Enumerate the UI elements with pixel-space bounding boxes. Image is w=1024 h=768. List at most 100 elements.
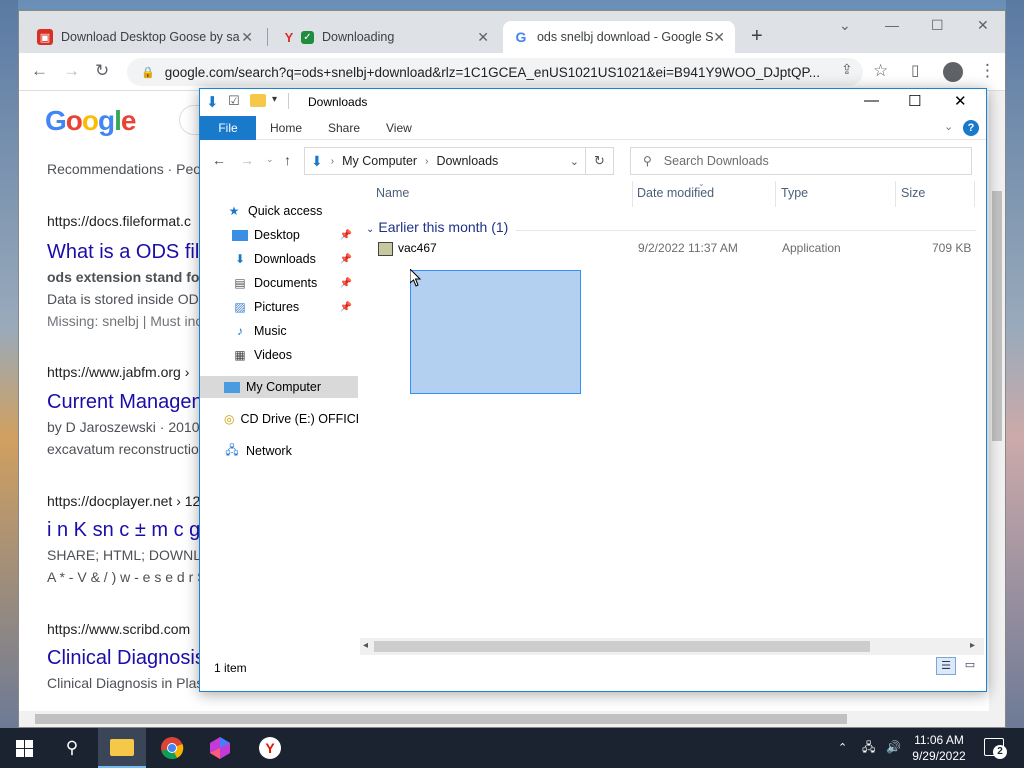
tab-home[interactable]: Home: [256, 116, 316, 140]
close-tab-icon[interactable]: ✕: [241, 29, 253, 46]
column-header-date[interactable]: Date modified: [637, 186, 714, 200]
start-windows-icon[interactable]: [12, 736, 36, 760]
content-horizontal-scrollbar[interactable]: ◂ ▸: [360, 638, 984, 655]
nav-cd-drive[interactable]: ◎ CD Drive (E:) OFFICE1: [200, 408, 358, 430]
menu-dots-icon[interactable]: ⋮: [979, 61, 996, 81]
close-tab-icon[interactable]: ✕: [713, 29, 725, 46]
chrome-icon[interactable]: [160, 736, 184, 760]
chevron-right-icon[interactable]: ›: [425, 156, 428, 167]
forward-icon[interactable]: →: [63, 61, 80, 81]
column-separator[interactable]: [632, 181, 633, 207]
pin-icon[interactable]: 📌: [340, 230, 352, 241]
maximize-icon[interactable]: ☐: [931, 17, 944, 34]
column-separator[interactable]: [974, 181, 975, 207]
clock[interactable]: 11:06 AM 9/29/2022: [904, 732, 974, 764]
reload-icon[interactable]: ↻: [95, 61, 109, 81]
close-window-icon[interactable]: ✕: [954, 92, 967, 110]
chevron-down-icon[interactable]: ⌄: [366, 224, 374, 235]
scrollbar-thumb[interactable]: [374, 641, 870, 652]
result-url[interactable]: https://docplayer.net › 12: [47, 493, 200, 509]
bookmark-star-icon[interactable]: ☆: [873, 61, 888, 81]
help-icon[interactable]: ?: [963, 120, 979, 136]
scroll-left-icon[interactable]: ◂: [363, 640, 368, 651]
result-title[interactable]: Clinical Diagnosis: [47, 647, 205, 670]
scrollbar-thumb[interactable]: [992, 191, 1002, 441]
tab-downloading[interactable]: Y ✓ Downloading ✕: [271, 21, 499, 53]
column-header-size[interactable]: Size: [901, 186, 925, 200]
chevron-down-icon[interactable]: ⌄: [570, 155, 579, 168]
network-tray-icon[interactable]: 🖧: [862, 739, 875, 755]
chevron-right-icon[interactable]: ›: [331, 156, 334, 167]
back-icon[interactable]: ←: [31, 61, 48, 81]
column-header-type[interactable]: Type: [781, 186, 808, 200]
close-window-icon[interactable]: ✕: [977, 17, 989, 34]
details-view-icon[interactable]: ☰: [936, 657, 956, 675]
column-separator[interactable]: [895, 181, 896, 207]
nav-pictures[interactable]: ▨ Pictures 📌: [200, 296, 358, 318]
notification-center-icon[interactable]: 2: [984, 738, 1007, 759]
nav-music[interactable]: ♪ Music: [200, 320, 358, 342]
yandex-browser-icon[interactable]: Y: [258, 736, 282, 760]
minimize-icon[interactable]: —: [864, 92, 879, 109]
breadcrumb-downloads[interactable]: Downloads: [436, 154, 498, 168]
recent-locations-icon[interactable]: ⌄: [266, 154, 274, 165]
tab-file[interactable]: File: [200, 116, 256, 140]
column-header-name[interactable]: Name: [376, 186, 409, 200]
folder-icon: [250, 94, 266, 107]
result-title[interactable]: i n K sn c ± m c g: [47, 519, 200, 542]
new-tab-button[interactable]: +: [751, 25, 763, 48]
result-title[interactable]: Current Managen: [47, 391, 203, 414]
pin-icon[interactable]: 📌: [340, 302, 352, 313]
expand-ribbon-icon[interactable]: ⌄: [944, 120, 953, 133]
properties-icon[interactable]: ☑: [228, 93, 240, 109]
column-separator[interactable]: [775, 181, 776, 207]
pin-icon[interactable]: 📌: [340, 278, 352, 289]
customize-quick-access-icon[interactable]: ▾: [272, 94, 277, 105]
address-bar[interactable]: 🔒 google.com/search?q=ods+snelbj+downloa…: [127, 58, 863, 86]
tab-google-search[interactable]: G ods snelbj download - Google S ✕: [503, 21, 735, 53]
tab-view[interactable]: View: [372, 116, 426, 140]
result-url[interactable]: https://docs.fileformat.c: [47, 213, 191, 229]
page-vertical-scrollbar[interactable]: [989, 91, 1005, 711]
result-title[interactable]: What is a ODS file: [47, 241, 210, 264]
search-input[interactable]: ⚲ Search Downloads: [630, 147, 972, 175]
tray-chevron-up-icon[interactable]: ⌃: [838, 740, 847, 756]
nav-my-computer[interactable]: My Computer: [200, 376, 358, 398]
forward-icon[interactable]: →: [240, 152, 254, 168]
taskbar-file-explorer[interactable]: [98, 728, 146, 768]
nav-quick-access[interactable]: ★ Quick access: [200, 200, 358, 222]
nav-downloads[interactable]: ⬇ Downloads 📌: [200, 248, 358, 270]
nav-documents[interactable]: ▤ Documents 📌: [200, 272, 358, 294]
app-hexagon-icon[interactable]: [208, 736, 232, 760]
group-header[interactable]: ⌄ Earlier this month (1): [366, 219, 508, 235]
page-horizontal-scrollbar[interactable]: [19, 711, 1005, 727]
volume-icon[interactable]: 🔊: [886, 739, 901, 755]
close-tab-icon[interactable]: ✕: [477, 29, 489, 46]
result-url[interactable]: https://www.scribd.com: [47, 621, 190, 637]
pin-icon[interactable]: 📌: [340, 254, 352, 265]
tab-search-icon[interactable]: ⌄: [839, 17, 851, 34]
google-logo[interactable]: Google: [45, 105, 136, 137]
scroll-right-icon[interactable]: ▸: [970, 640, 975, 651]
tab-share[interactable]: Share: [314, 116, 374, 140]
breadcrumb-my-computer[interactable]: My Computer: [342, 154, 417, 168]
search-icon[interactable]: ⚲: [60, 736, 84, 760]
large-icons-view-icon[interactable]: ▭: [960, 657, 980, 675]
download-arrow-icon: ⬇: [234, 252, 246, 266]
refresh-icon[interactable]: ↻: [586, 147, 614, 175]
tab-desktop-goose[interactable]: ▣ Download Desktop Goose by sa ✕: [27, 21, 263, 53]
up-icon[interactable]: ↑: [284, 152, 291, 168]
address-box[interactable]: ⬇ › My Computer › Downloads ⌄: [304, 147, 586, 175]
side-panel-icon[interactable]: ▯: [911, 61, 919, 79]
nav-desktop[interactable]: Desktop 📌: [200, 224, 358, 246]
back-icon[interactable]: ←: [212, 152, 226, 168]
file-row[interactable]: vac467 9/2/2022 11:37 AM Application 709…: [376, 239, 976, 261]
minimize-icon[interactable]: —: [885, 17, 899, 33]
share-icon[interactable]: ⇪: [841, 61, 853, 78]
profile-avatar[interactable]: [943, 62, 963, 82]
scrollbar-thumb[interactable]: [35, 714, 847, 724]
nav-network[interactable]: 🖧 Network: [200, 440, 358, 462]
result-url[interactable]: https://www.jabfm.org ›: [47, 364, 189, 380]
nav-videos[interactable]: ▦ Videos: [200, 344, 358, 366]
maximize-icon[interactable]: ☐: [908, 92, 921, 110]
